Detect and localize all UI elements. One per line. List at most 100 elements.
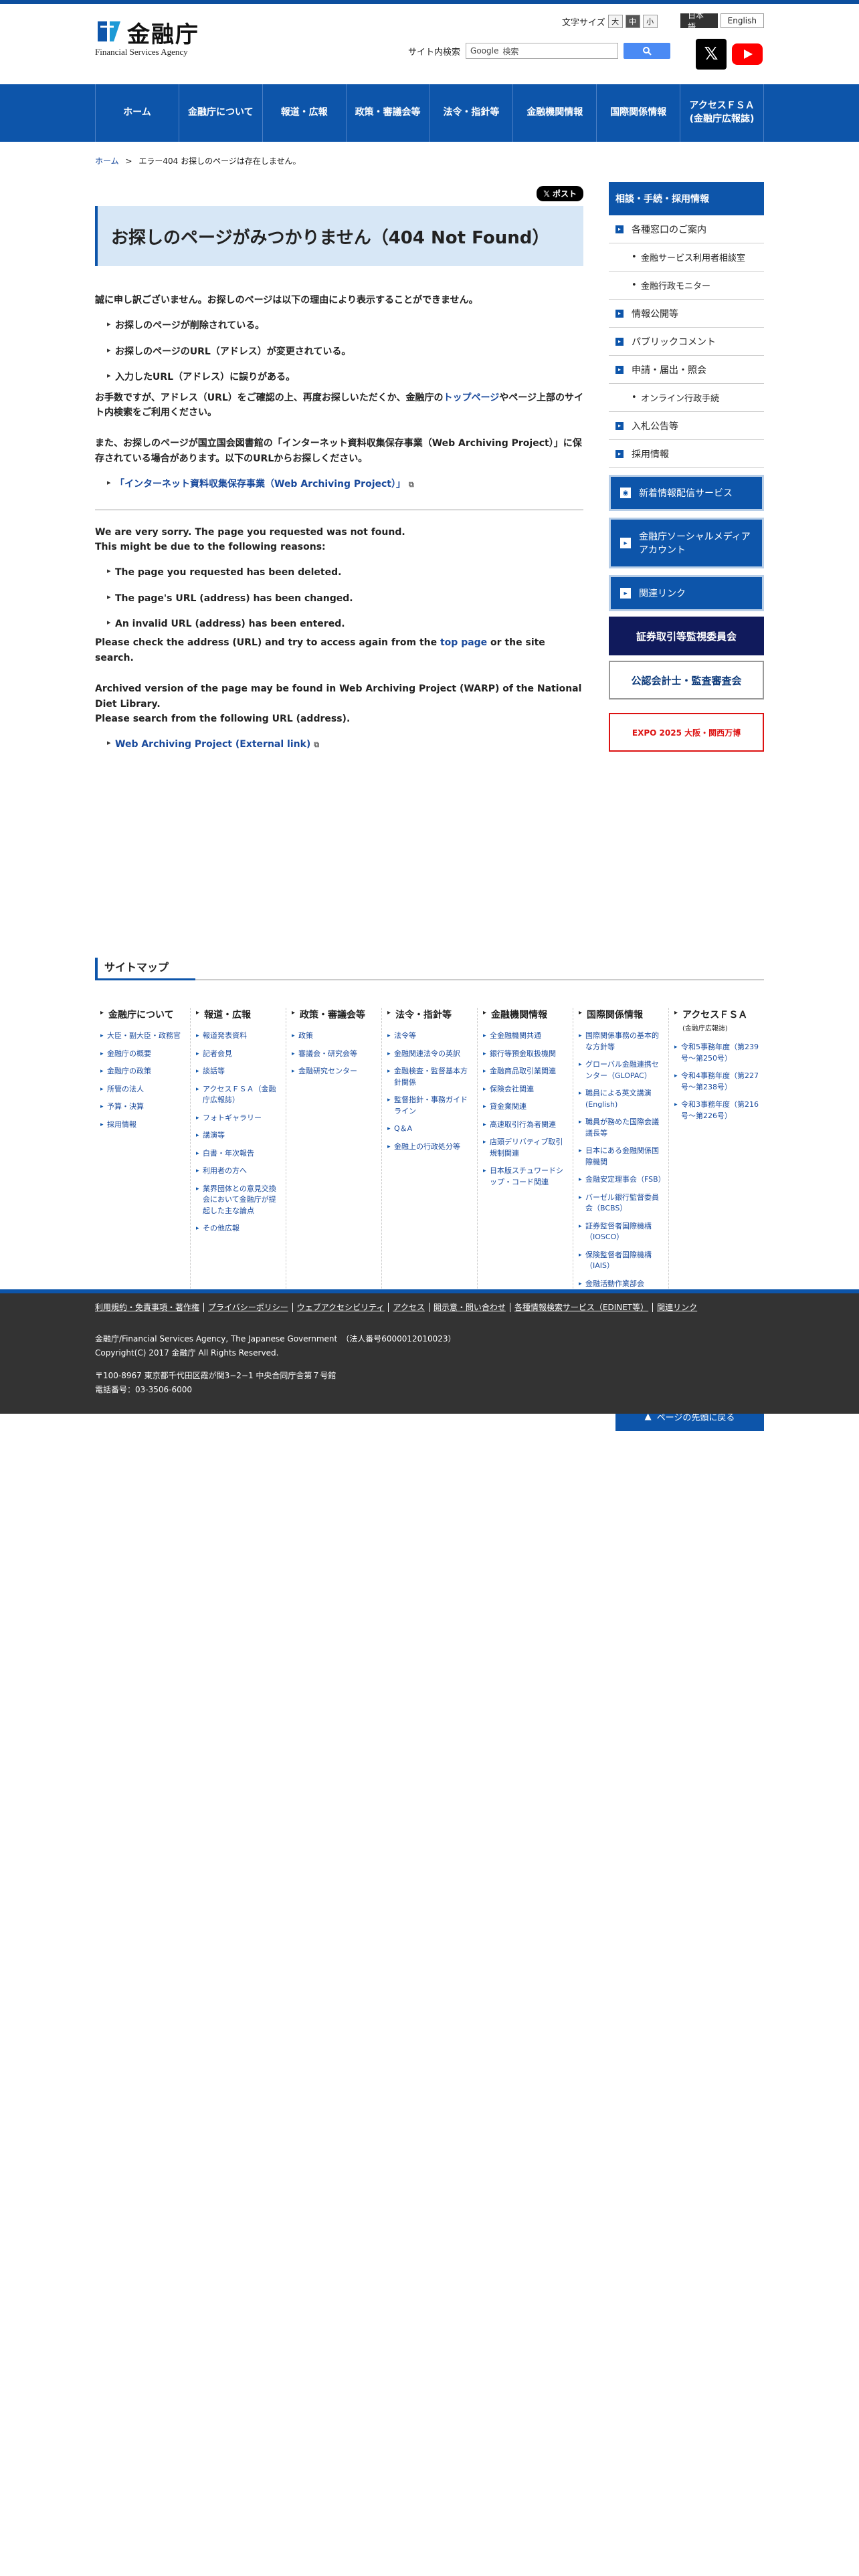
youtube-icon[interactable] — [732, 39, 763, 70]
sidebar-button-links[interactable]: ▸ 関連リンク — [609, 575, 764, 611]
sitemap-link[interactable]: 政策 — [292, 1031, 376, 1042]
sitemap-link[interactable]: 貸金業関連 — [483, 1101, 567, 1113]
search-button[interactable] — [624, 43, 671, 59]
sitemap-link[interactable]: 全金融機関共通 — [483, 1031, 567, 1042]
footer-link[interactable]: プライバシーポリシー — [204, 1303, 293, 1312]
sitemap-link[interactable]: 報道発表資料 — [196, 1031, 280, 1042]
sitemap-link[interactable]: 金融検査・監督基本方針関係 — [387, 1066, 472, 1088]
en-warp-link[interactable]: Web Archiving Project (External link) — [115, 739, 310, 750]
gnav-item-international[interactable]: 国際関係情報 — [597, 84, 681, 142]
sitemap-link[interactable]: 銀行等預金取扱機関 — [483, 1049, 567, 1060]
sitemap-link[interactable]: 記者会見 — [196, 1049, 280, 1060]
sitemap-link[interactable]: 令和4事務年度（第227号〜第238号） — [674, 1071, 759, 1093]
sidebar-button-social[interactable]: ▸ 金融庁ソーシャルメディアアカウント — [609, 518, 764, 568]
lang-japanese-button[interactable]: 日本語 — [680, 11, 718, 31]
sitemap-link[interactable]: グローバル金融連携センター（GLOPAC） — [579, 1059, 663, 1081]
sitemap-link[interactable]: 令和5事務年度（第239号〜第250号） — [674, 1042, 759, 1064]
font-size-small-button[interactable]: 小 — [642, 15, 658, 28]
sesc-banner[interactable]: 証券取引等監視委員会 — [609, 617, 764, 655]
sitemap-link[interactable]: 白書・年次報告 — [196, 1148, 280, 1160]
sitemap-column-title[interactable]: 報道・広報 — [196, 1008, 280, 1021]
footer-link[interactable]: 各種情報検索サービス（EDINET等） — [510, 1303, 654, 1312]
gnav-item-institutions[interactable]: 金融機関情報 — [513, 84, 597, 142]
sitemap-link[interactable]: バーゼル銀行監督委員会（BCBS） — [579, 1192, 663, 1214]
cpaaob-banner[interactable]: 公認会計士・監査審査会 — [609, 661, 764, 700]
jp-top-page-link[interactable]: トップページ — [444, 393, 500, 403]
sitemap-link[interactable]: 金融安定理事会（FSB） — [579, 1174, 666, 1186]
sidebar-item[interactable]: 金融行政モニター — [609, 272, 764, 300]
sitemap-column-title[interactable]: 国際関係情報 — [579, 1008, 663, 1021]
list-item: お探しのページが削除されている。 — [107, 318, 583, 333]
search-input[interactable]: Google 検索 — [466, 43, 619, 59]
sitemap-column-title[interactable]: 金融庁について — [100, 1008, 185, 1021]
sitemap-link[interactable]: 金融上の行政処分等 — [387, 1142, 472, 1153]
sitemap-link[interactable]: 予算・決算 — [100, 1101, 185, 1113]
sitemap-link[interactable]: 監督指針・事務ガイドライン — [387, 1095, 472, 1117]
sitemap-link[interactable]: 金融庁の概要 — [100, 1049, 185, 1060]
sitemap-link[interactable]: 令和3事務年度（第216号〜第226号） — [674, 1099, 759, 1121]
sitemap-column-title[interactable]: 金融機関情報 — [483, 1008, 567, 1021]
sitemap-column-title[interactable]: アクセスＦＳＡ (金融庁広報誌) — [674, 1008, 759, 1033]
sitemap-link[interactable]: 法令等 — [387, 1031, 472, 1042]
sidebar-item[interactable]: 金融サービス利用者相談室 — [609, 243, 764, 272]
sitemap-link[interactable]: 国際関係事務の基本的な方針等 — [579, 1031, 663, 1053]
sitemap-link[interactable]: アクセスＦＳＡ（金融庁広報誌） — [196, 1084, 280, 1106]
x-post-button[interactable]: 𝕏 ポスト — [537, 186, 583, 201]
sidebar-item[interactable]: ▸ パブリックコメント — [609, 328, 764, 356]
sitemap-link[interactable]: 証券監督者国際機構（IOSCO） — [579, 1221, 663, 1243]
sidebar-item[interactable]: ▸ 採用情報 — [609, 440, 764, 468]
jp-warp-link[interactable]: 「インターネット資料収集保存事業（Web Archiving Project）」 — [115, 479, 405, 490]
sidebar-button-rss[interactable]: ◉ 新着情報配信サービス — [609, 475, 764, 511]
sidebar-item-label: 金融サービス利用者相談室 — [641, 253, 746, 263]
sitemap-link[interactable]: 談話等 — [196, 1066, 280, 1077]
sitemap-link[interactable]: 審議会・研究会等 — [292, 1049, 376, 1060]
sitemap-link[interactable]: フォトギャラリー — [196, 1113, 280, 1124]
sitemap-link[interactable]: 日本版スチュワードシップ・コード関連 — [483, 1166, 567, 1188]
sitemap-link[interactable]: 大臣・副大臣・政務官 — [100, 1031, 185, 1042]
sitemap-link[interactable]: 高速取引行為者関連 — [483, 1119, 567, 1131]
breadcrumb-home-link[interactable]: ホーム — [95, 156, 119, 166]
sitemap-link[interactable]: 利用者の方へ — [196, 1166, 280, 1177]
fsa-logo[interactable]: 金融庁 Financial Services Agency — [95, 15, 209, 58]
footer-link[interactable]: 開示意・問い合わせ — [429, 1303, 510, 1312]
expo-2025-banner[interactable]: EXPO 2025 大阪・関西万博 — [609, 713, 764, 752]
footer-link[interactable]: 関連リンク — [653, 1303, 701, 1312]
sitemap-link[interactable]: その他広報 — [196, 1223, 280, 1235]
sitemap-column-title[interactable]: 政策・審議会等 — [292, 1008, 376, 1021]
sidebar-item[interactable]: ▸ 情報公開等 — [609, 300, 764, 328]
gnav-item-about[interactable]: 金融庁について — [179, 84, 263, 142]
footer-link[interactable]: アクセス — [389, 1303, 430, 1312]
sitemap-link[interactable]: 職員が務めた国際会議議長等 — [579, 1117, 663, 1139]
font-size-large-button[interactable]: 大 — [607, 15, 623, 28]
sitemap-link[interactable]: 保険監督者国際機構（IAIS） — [579, 1250, 663, 1272]
lang-english-button[interactable]: English — [720, 13, 764, 28]
sitemap-link[interactable]: 店頭デリバティブ取引規制関連 — [483, 1137, 567, 1159]
gnav-item-laws[interactable]: 法令・指針等 — [430, 84, 514, 142]
en-top-page-link[interactable]: top page — [440, 637, 487, 648]
sitemap-link[interactable]: 講演等 — [196, 1130, 280, 1142]
sitemap-link[interactable]: 金融関連法令の英訳 — [387, 1049, 472, 1060]
sitemap-link[interactable]: 業界団体との意見交換会において金融庁が提起した主な論点 — [196, 1184, 280, 1217]
footer-link[interactable]: 利用規約・免責事項・著作権 — [95, 1303, 205, 1312]
sitemap-link[interactable]: 職員による英文講演(English) — [579, 1088, 663, 1110]
footer-link[interactable]: ウェブアクセシビリティ — [292, 1303, 389, 1312]
sitemap-link[interactable]: 日本にある金融関係国際機関 — [579, 1146, 663, 1168]
sidebar-item[interactable]: ▸ 各種窓口のご案内 — [609, 215, 764, 243]
gnav-item-access-fsa[interactable]: アクセスＦＳＡ (金融庁広報誌) — [680, 84, 764, 142]
sidebar-item[interactable]: ▸ 入札公告等 — [609, 412, 764, 440]
sitemap-link[interactable]: 金融商品取引業関連 — [483, 1066, 567, 1077]
font-size-medium-button[interactable]: 中 — [625, 15, 640, 28]
sitemap-link[interactable]: 金融庁の政策 — [100, 1066, 185, 1077]
sitemap-link[interactable]: Q＆A — [387, 1123, 472, 1135]
gnav-item-policy[interactable]: 政策・審議会等 — [347, 84, 430, 142]
sitemap-link[interactable]: 金融研究センター — [292, 1066, 376, 1077]
sitemap-column-title[interactable]: 法令・指針等 — [387, 1008, 472, 1021]
sitemap-link[interactable]: 所管の法人 — [100, 1084, 185, 1095]
sidebar-item[interactable]: ▸ 申請・届出・照会 — [609, 356, 764, 384]
gnav-item-home[interactable]: ホーム — [96, 84, 179, 142]
sitemap-link[interactable]: 採用情報 — [100, 1119, 185, 1131]
x-icon[interactable]: 𝕏 — [696, 39, 727, 70]
gnav-item-news[interactable]: 報道・広報 — [263, 84, 347, 142]
sidebar-item[interactable]: オンライン行政手続 — [609, 384, 764, 412]
sitemap-link[interactable]: 保険会社関連 — [483, 1084, 567, 1095]
